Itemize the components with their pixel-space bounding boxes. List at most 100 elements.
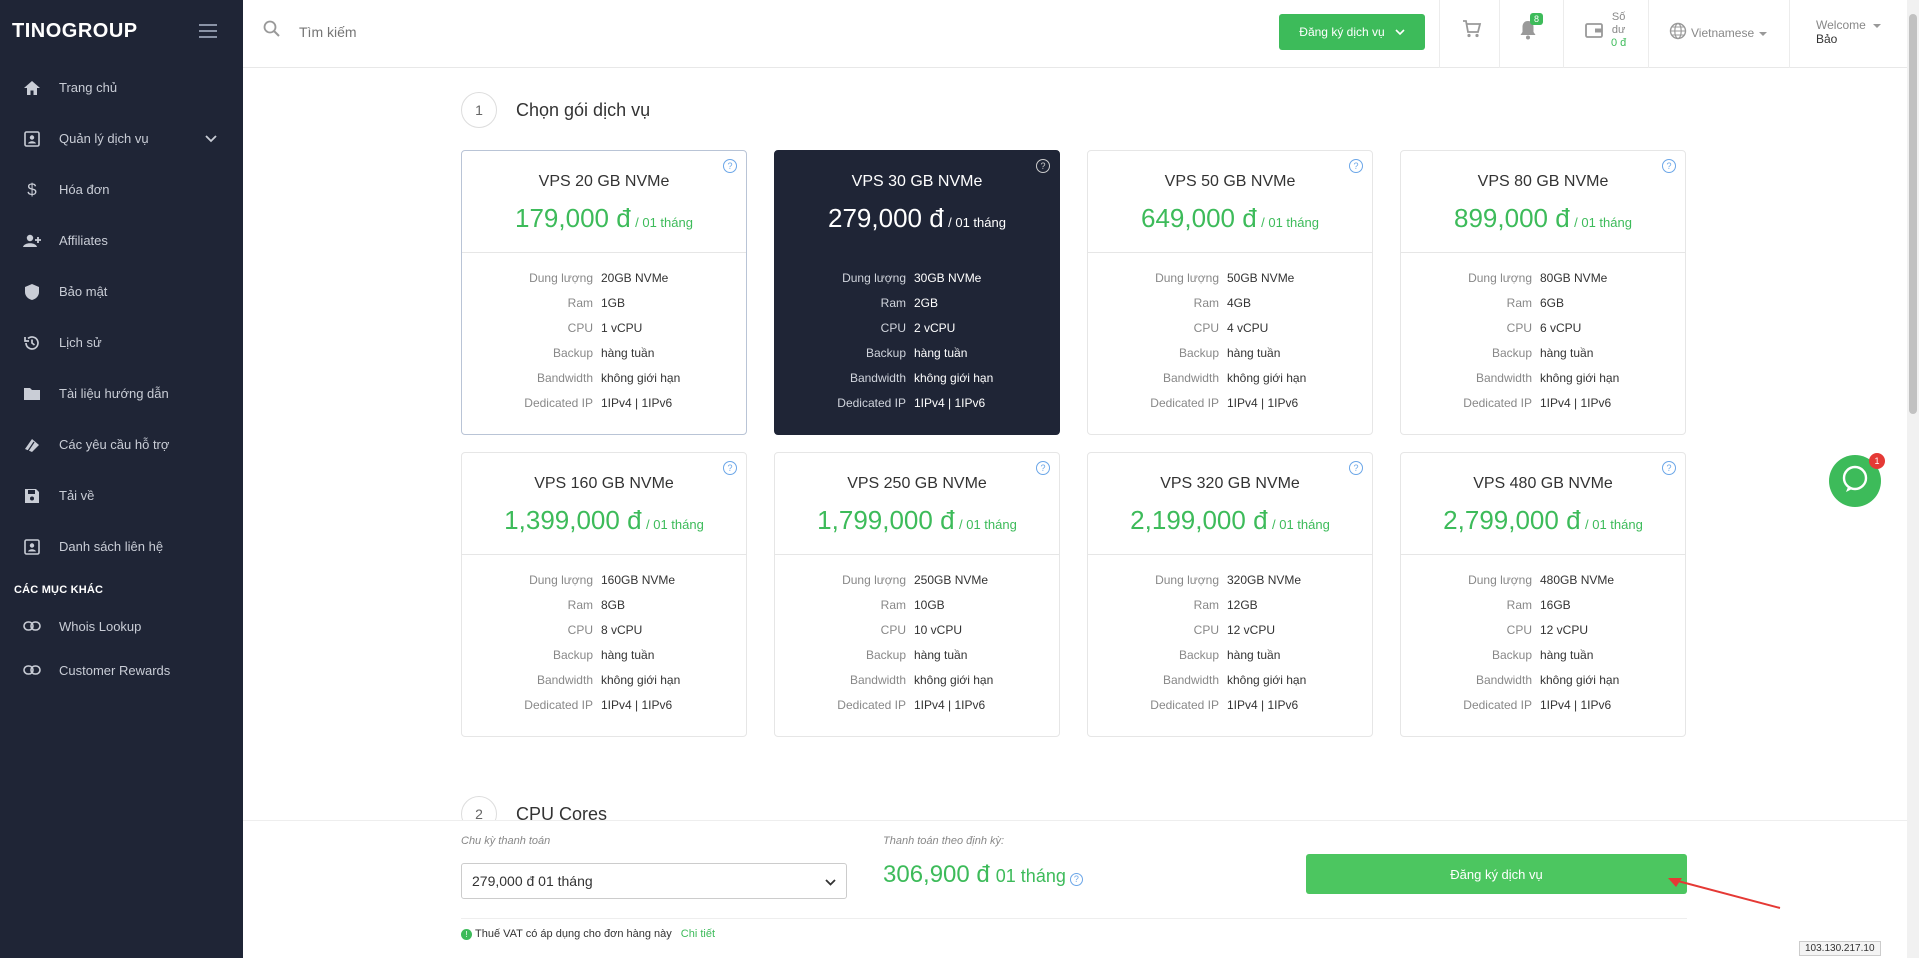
user-plus-icon [22, 231, 42, 251]
spec-label: Bandwidth [536, 672, 593, 687]
spec-value: không giới hạn [1540, 370, 1620, 385]
spec-row: Backup hàng tuần [462, 340, 746, 365]
spec-row: Backup hàng tuần [1088, 340, 1372, 365]
spec-value: 1IPv4 | 1IPv6 [1227, 697, 1299, 712]
plan-card[interactable]: ? VPS 20 GB NVMe 179,000 đ / 01 tháng Dung … [461, 150, 747, 435]
globe-icon [1669, 22, 1687, 43]
register-service-dropdown-button[interactable]: Đăng ký dịch vụ [1279, 14, 1425, 50]
sidebar-item-home[interactable]: Trang chủ [0, 62, 243, 113]
username: Bảo [1816, 32, 1838, 46]
chat-widget-button[interactable]: 1 [1829, 453, 1885, 507]
search-input[interactable] [299, 23, 599, 40]
help-icon[interactable]: ? [723, 461, 737, 475]
spec-label: Dung lượng [1155, 270, 1219, 285]
help-icon[interactable]: ? [723, 159, 737, 173]
language-selector[interactable]: Vietnamese [1669, 22, 1768, 43]
plan-price-value: 179,000 đ [515, 203, 631, 233]
divider [1648, 0, 1649, 68]
plan-specs: Dung lượng 160GB NVMe Ram 8GB CPU 8 vCPU Backu… [462, 567, 746, 717]
logo[interactable]: TINOGROUP [12, 20, 138, 43]
spec-label: Ram [1193, 597, 1219, 612]
spec-label: Dedicated IP [1463, 395, 1532, 410]
help-icon[interactable]: ? [1662, 159, 1676, 173]
vat-details-link[interactable]: Chi tiết [681, 928, 715, 940]
plan-card[interactable]: ? VPS 30 GB NVMe 279,000 đ / 01 tháng Dung … [774, 150, 1060, 435]
sidebar-item-whois[interactable]: Whois Lookup [0, 604, 243, 648]
spec-row: Backup hàng tuần [775, 642, 1059, 667]
plan-card[interactable]: ? VPS 160 GB NVMe 1,399,000 đ / 01 tháng Du… [461, 452, 747, 737]
help-icon[interactable]: ? [1349, 461, 1363, 475]
spec-label: Backup [865, 647, 906, 662]
spec-row: Dung lượng 320GB NVMe [1088, 567, 1372, 592]
spec-label: Dung lượng [1468, 270, 1532, 285]
help-icon[interactable]: ? [1036, 159, 1050, 173]
spec-value: 12 vCPU [1227, 622, 1276, 637]
step-number: 1 [461, 92, 497, 128]
spec-row: CPU 4 vCPU [1088, 315, 1372, 340]
search-bar [263, 20, 599, 43]
search-icon[interactable] [263, 20, 281, 43]
sidebar-item-history[interactable]: Lịch sử [0, 317, 243, 368]
spec-row: Backup hàng tuần [462, 642, 746, 667]
plan-price: 1,399,000 đ / 01 tháng [462, 505, 746, 536]
spec-label: CPU [1506, 320, 1532, 335]
spec-row: Dedicated IP 1IPv4 | 1IPv6 [775, 390, 1059, 415]
spec-row: Dung lượng 480GB NVMe [1401, 567, 1685, 592]
plan-card[interactable]: ? VPS 50 GB NVMe 649,000 đ / 01 tháng Dung … [1087, 150, 1373, 435]
hamburger-menu-icon[interactable] [199, 24, 217, 38]
plan-card[interactable]: ? VPS 320 GB NVMe 2,199,000 đ / 01 tháng Du… [1087, 452, 1373, 737]
register-service-button[interactable]: Đăng ký dịch vụ [1306, 854, 1687, 894]
annotation-arrow [1668, 878, 1781, 909]
spec-label: Dung lượng [1468, 572, 1532, 587]
spec-row: Dung lượng 20GB NVMe [462, 265, 746, 290]
cart-icon[interactable] [1462, 20, 1482, 43]
plan-name: VPS 480 GB NVMe [1473, 475, 1613, 492]
help-icon[interactable]: ? [1662, 461, 1676, 475]
help-icon[interactable]: ? [1349, 159, 1363, 173]
spec-label: Ram [880, 597, 906, 612]
spec-value: không giới hạn [1227, 672, 1307, 687]
spec-value: 10GB [914, 597, 945, 612]
spec-value: 1IPv4 | 1IPv6 [1540, 697, 1612, 712]
billing-cycle-value: 279,000 đ 01 tháng [472, 873, 593, 889]
spec-value: 10 vCPU [914, 622, 963, 637]
sidebar-item-docs[interactable]: Tài liệu hướng dẫn [0, 368, 243, 419]
scrollbar-thumb[interactable] [1909, 14, 1917, 414]
shield-icon [22, 282, 42, 302]
plan-card[interactable]: ? VPS 480 GB NVMe 2,799,000 đ / 01 tháng Du… [1400, 452, 1686, 737]
plan-price: 899,000 đ / 01 tháng [1401, 203, 1685, 234]
divider [1499, 0, 1500, 68]
divider [1789, 0, 1790, 68]
spec-value: 20GB NVMe [601, 270, 669, 285]
plan-name: VPS 160 GB NVMe [534, 475, 674, 492]
sidebar-item-invoices[interactable]: $ Hóa đơn [0, 164, 243, 215]
billing-cycle-select[interactable]: 279,000 đ 01 tháng [461, 863, 847, 899]
sidebar-item-downloads[interactable]: Tải về [0, 470, 243, 521]
sidebar-item-tickets[interactable]: Các yêu cầu hỗ trợ [0, 419, 243, 470]
spec-row: Ram 1GB [462, 290, 746, 315]
spec-label: CPU [880, 320, 906, 335]
scrollbar[interactable] [1907, 0, 1919, 958]
user-menu[interactable]: Welcome Bảo [1816, 18, 1882, 46]
spec-label: Ram [567, 295, 593, 310]
spec-value: 12GB [1227, 597, 1258, 612]
plan-card[interactable]: ? VPS 80 GB NVMe 899,000 đ / 01 tháng Dung … [1400, 150, 1686, 435]
sidebar-item-security[interactable]: Bảo mật [0, 266, 243, 317]
plan-price-value: 1,399,000 đ [504, 505, 642, 535]
balance[interactable]: Số dư 0 đ [1611, 11, 1626, 50]
spec-value: 2 vCPU [914, 320, 956, 335]
sidebar-item-contacts[interactable]: Danh sách liên hệ [0, 521, 243, 572]
sidebar-item-label: Tài liệu hướng dẫn [59, 386, 169, 401]
sidebar-item-label: Whois Lookup [59, 618, 142, 634]
sidebar-item-rewards[interactable]: Customer Rewards [0, 648, 243, 692]
periodic-payment-label: Thanh toán theo định kỳ: [883, 835, 1005, 847]
help-icon[interactable]: ? [1036, 461, 1050, 475]
sidebar-item-affiliates[interactable]: Affiliates [0, 215, 243, 266]
help-icon[interactable]: ? [1069, 872, 1083, 886]
plan-price: 1,799,000 đ / 01 tháng [775, 505, 1059, 536]
wallet-icon[interactable] [1585, 22, 1603, 43]
spec-value: 4 vCPU [1227, 320, 1269, 335]
sidebar-item-services[interactable]: Quản lý dịch vụ [0, 113, 243, 164]
plan-card[interactable]: ? VPS 250 GB NVMe 1,799,000 đ / 01 tháng Du… [774, 452, 1060, 737]
spec-row: Bandwidth không giới hạn [462, 365, 746, 390]
